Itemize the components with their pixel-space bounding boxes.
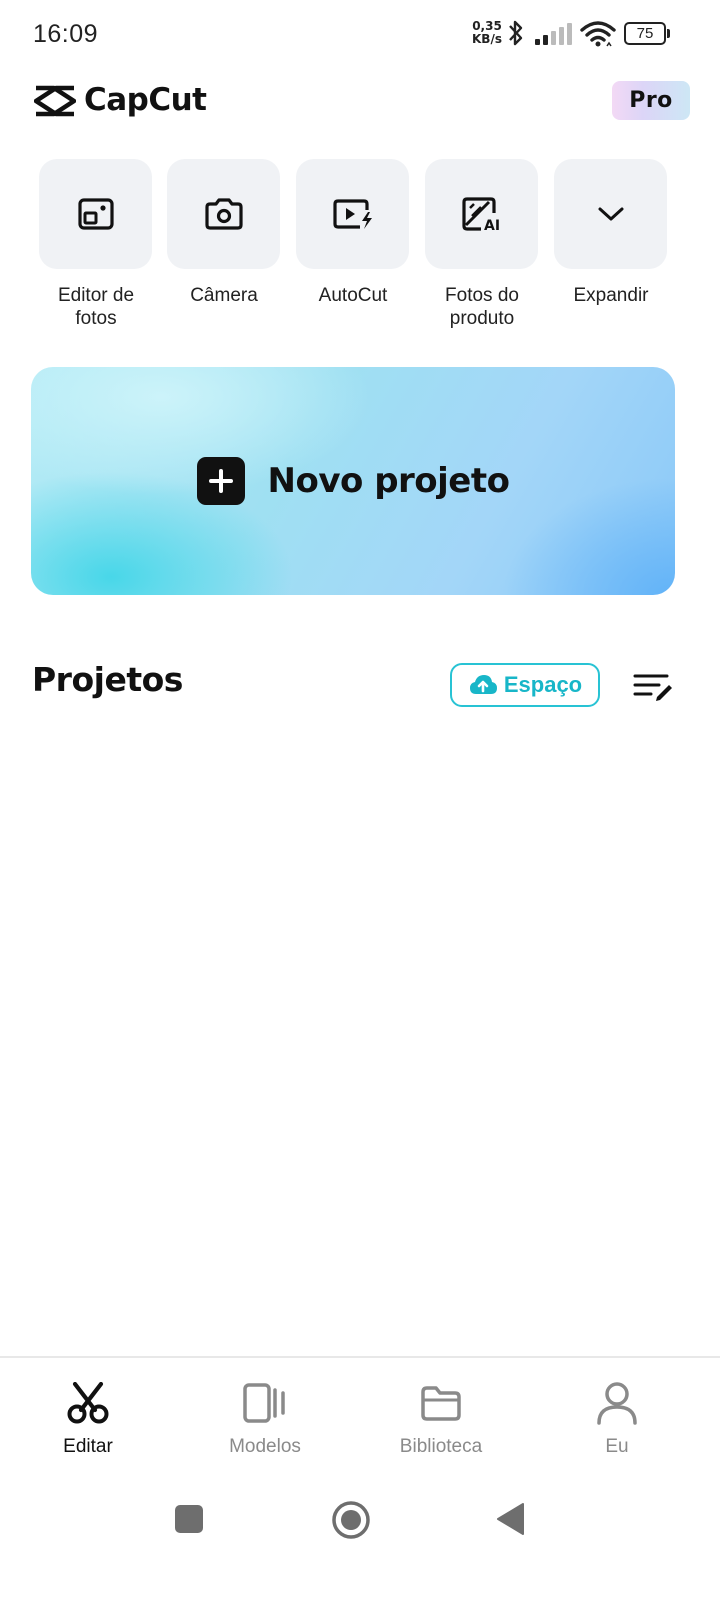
capcut-logo-icon bbox=[34, 85, 76, 117]
nav-templates[interactable]: Modelos bbox=[185, 1378, 345, 1458]
chevron-down-icon bbox=[598, 207, 623, 221]
camera-icon bbox=[204, 198, 243, 230]
space-button[interactable]: Espaço bbox=[450, 663, 600, 707]
app-name: CapCut bbox=[84, 82, 207, 118]
tool-photo-editor[interactable]: Editor de fotos bbox=[39, 159, 153, 330]
tool-label: Editor de fotos bbox=[57, 285, 135, 329]
tool-camera[interactable]: Câmera bbox=[167, 159, 281, 307]
manage-projects-icon[interactable] bbox=[633, 670, 673, 702]
tool-label: Fotos do produto bbox=[445, 285, 519, 329]
wifi-icon bbox=[580, 21, 616, 47]
tool-tile[interactable]: AI bbox=[425, 159, 538, 269]
tool-autocut[interactable]: AutoCut bbox=[296, 159, 410, 307]
nav-me[interactable]: Eu bbox=[537, 1378, 697, 1458]
nav-label: Modelos bbox=[229, 1436, 301, 1457]
home-circle-icon[interactable] bbox=[331, 1500, 371, 1540]
signal-icon bbox=[535, 23, 572, 45]
battery-level: 75 bbox=[624, 22, 666, 45]
photo-editor-icon bbox=[77, 198, 114, 230]
status-bar: 16:09 0,35 KB/s 75 bbox=[0, 0, 720, 70]
space-label: Espaço bbox=[503, 672, 583, 697]
battery-indicator: 75 bbox=[624, 22, 670, 45]
nav-library[interactable]: Biblioteca bbox=[361, 1378, 521, 1458]
nav-label: Eu bbox=[605, 1436, 629, 1457]
battery-cap bbox=[667, 29, 670, 38]
new-project-label: Novo projeto bbox=[267, 461, 510, 501]
tool-tile[interactable] bbox=[296, 159, 409, 269]
nav-edit[interactable]: Editar bbox=[8, 1378, 168, 1458]
pro-badge[interactable]: Pro bbox=[612, 81, 690, 120]
plus-icon bbox=[196, 457, 245, 505]
new-project-button[interactable]: Novo projeto bbox=[31, 367, 675, 595]
projects-title: Projetos bbox=[32, 660, 183, 699]
recents-square-icon[interactable] bbox=[174, 1504, 204, 1534]
tool-label: Expandir bbox=[573, 285, 649, 306]
autocut-icon bbox=[332, 199, 372, 229]
bluetooth-icon bbox=[509, 20, 523, 46]
tool-tile[interactable] bbox=[554, 159, 667, 269]
system-navigation-bar bbox=[0, 1476, 720, 1600]
tool-tile[interactable] bbox=[39, 159, 152, 269]
bottom-navigation: Editar Modelos Biblioteca Eu bbox=[0, 1356, 720, 1476]
tool-product-photos[interactable]: AI Fotos do produto bbox=[425, 159, 539, 330]
network-speed: 0,35 KB/s bbox=[470, 20, 504, 46]
templates-icon bbox=[243, 1383, 285, 1423]
network-speed-unit: KB/s bbox=[472, 32, 502, 46]
nav-label: Editar bbox=[63, 1436, 113, 1457]
back-triangle-icon[interactable] bbox=[496, 1502, 526, 1536]
tool-expand[interactable]: Expandir bbox=[554, 159, 668, 307]
cloud-upload-icon bbox=[469, 675, 497, 694]
product-photos-ai-icon: AI bbox=[461, 197, 500, 232]
tool-label: AutoCut bbox=[318, 285, 388, 306]
tool-label: Câmera bbox=[190, 285, 258, 306]
tool-tile[interactable] bbox=[167, 159, 280, 269]
svg-text:AI: AI bbox=[484, 218, 500, 232]
folder-icon bbox=[421, 1386, 461, 1421]
person-icon bbox=[597, 1382, 637, 1425]
scissors-icon bbox=[67, 1382, 109, 1424]
nav-label: Biblioteca bbox=[399, 1436, 483, 1457]
status-time: 16:09 bbox=[33, 20, 99, 48]
